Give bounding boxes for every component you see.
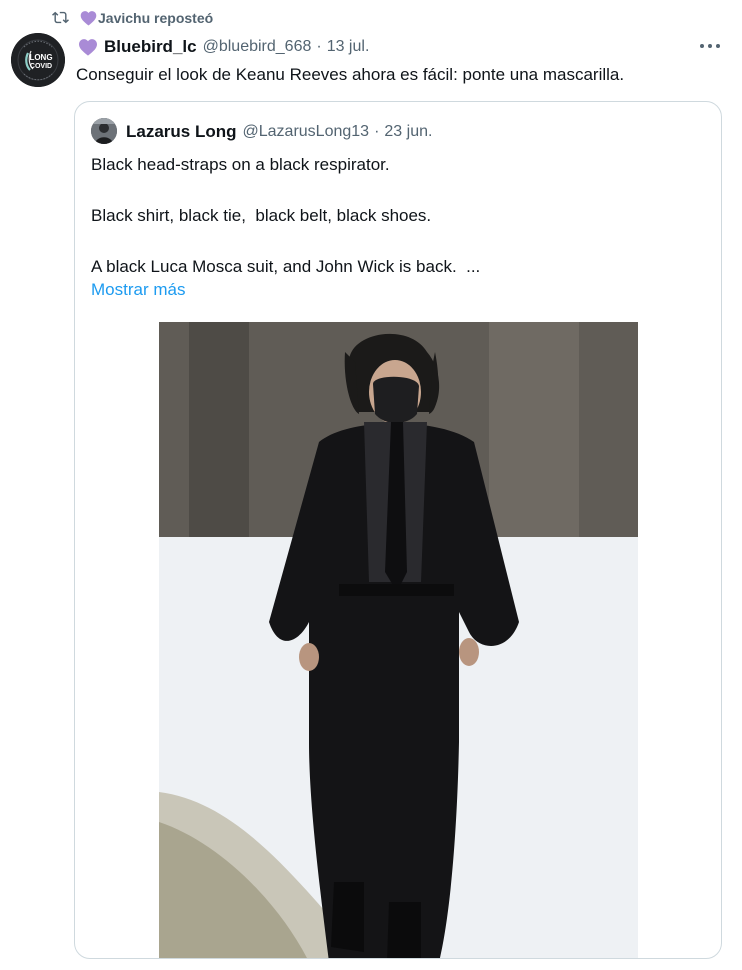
- purple-heart-icon: [79, 39, 97, 56]
- quoted-tweet[interactable]: Lazarus Long @LazarusLong13 · 23 jun. Bl…: [74, 101, 722, 959]
- author-handle[interactable]: @bluebird_668: [203, 38, 312, 56]
- author-name[interactable]: Bluebird_lc: [104, 37, 197, 57]
- quoted-text-line: Black head-straps on a black respirator.: [91, 155, 390, 174]
- quoted-header: Lazarus Long @LazarusLong13 · 23 jun.: [126, 122, 432, 142]
- quoted-text-line: A black Luca Mosca suit, and John Wick i…: [91, 257, 481, 276]
- tweet-time[interactable]: 13 jul.: [327, 38, 370, 56]
- show-more-link[interactable]: Mostrar más: [91, 280, 185, 300]
- more-options-icon[interactable]: [696, 35, 724, 57]
- separator-dot: ·: [374, 123, 380, 140]
- quoted-text-line: Black shirt, black tie, black belt, blac…: [91, 206, 432, 225]
- retweet-label[interactable]: Javichu reposteó: [98, 10, 213, 26]
- avatar[interactable]: LONG COVID: [11, 33, 65, 87]
- avatar-badge-line1: LONG: [29, 53, 52, 62]
- quoted-avatar[interactable]: [91, 118, 117, 144]
- purple-heart-icon: [80, 11, 97, 26]
- tweet-text: Conseguir el look de Keanu Reeves ahora …: [76, 65, 625, 84]
- tweet[interactable]: Javichu reposteó LONG COVID Bluebird_lc …: [0, 0, 742, 970]
- separator-dot: ·: [316, 38, 322, 55]
- retweet-icon: [52, 11, 69, 24]
- avatar-badge-line2: COVID: [30, 63, 52, 70]
- quoted-author-name[interactable]: Lazarus Long: [126, 122, 237, 142]
- quoted-author-handle[interactable]: @LazarusLong13: [243, 123, 370, 141]
- tweet-header: Bluebird_lc @bluebird_668 · 13 jul.: [78, 36, 369, 58]
- quoted-time[interactable]: 23 jun.: [384, 123, 432, 141]
- tweet-photo[interactable]: [159, 322, 638, 958]
